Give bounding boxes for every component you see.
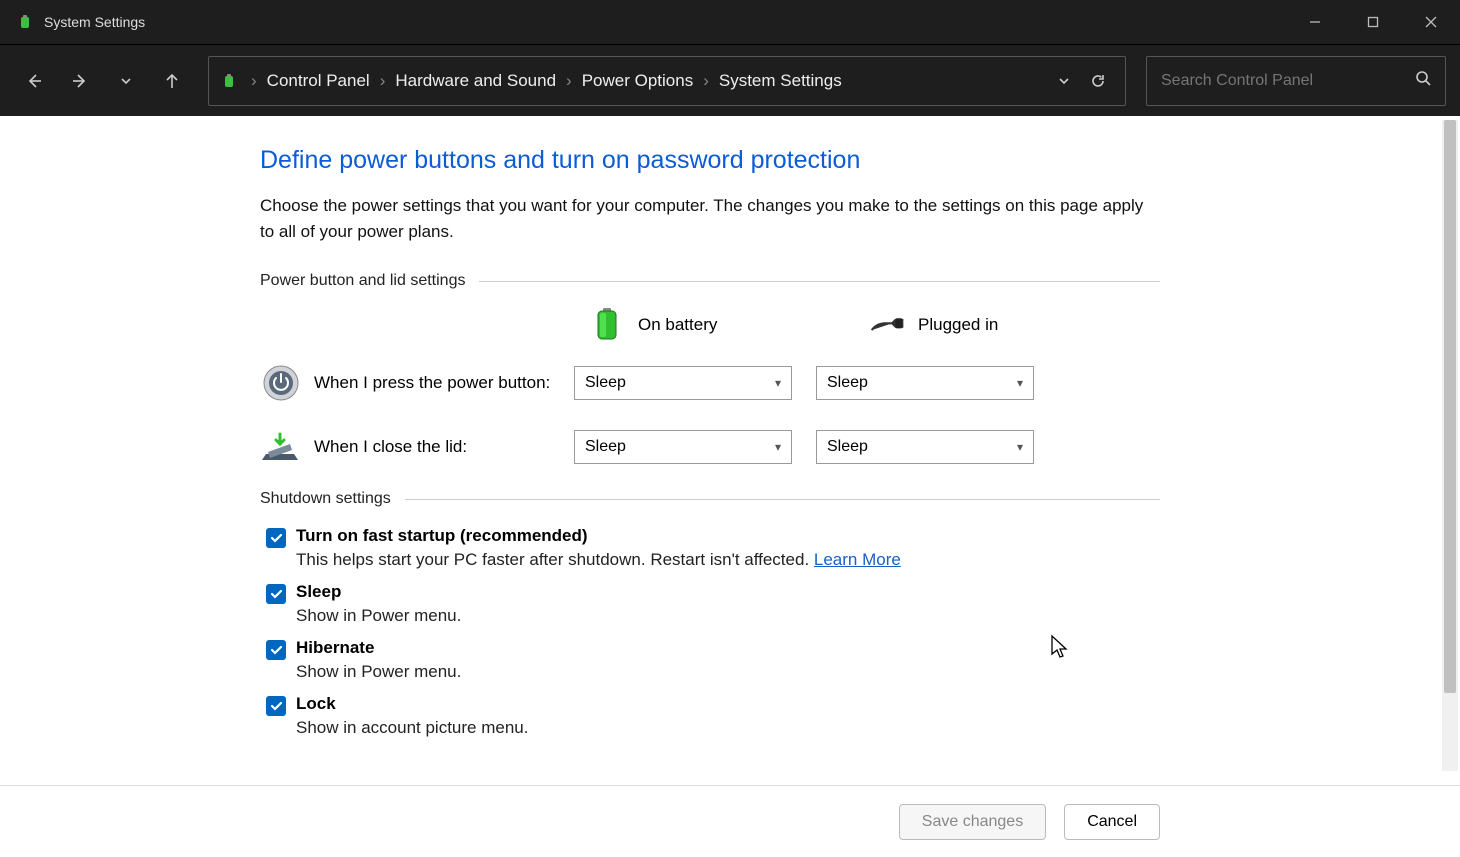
breadcrumb-item[interactable]: System Settings [715, 71, 846, 91]
dropdown-value: Sleep [827, 374, 868, 392]
address-bar[interactable]: › Control Panel › Hardware and Sound › P… [208, 56, 1126, 106]
battery-location-icon [219, 71, 239, 91]
minimize-button[interactable] [1286, 0, 1344, 44]
dropdown-lid-battery[interactable]: Sleep ▾ [574, 430, 792, 464]
learn-more-link[interactable]: Learn More [814, 550, 901, 569]
up-button[interactable] [152, 61, 192, 101]
col-head-battery: On battery [590, 308, 790, 342]
save-changes-button[interactable]: Save changes [899, 804, 1046, 840]
page-intro: Choose the power settings that you want … [260, 193, 1160, 244]
col-label: On battery [638, 315, 717, 335]
breadcrumb-item[interactable]: Power Options [578, 71, 698, 91]
checkbox-desc: Show in account picture menu. [296, 718, 528, 738]
recent-dropdown-button[interactable] [106, 61, 146, 101]
dropdown-value: Sleep [585, 438, 626, 456]
checkbox-row-sleep: Sleep Show in Power menu. [266, 582, 1160, 626]
col-label: Plugged in [918, 315, 998, 335]
section-title: Power button and lid settings [260, 272, 465, 290]
page-title: Define power buttons and turn on passwor… [260, 146, 1160, 175]
setting-row-power-button: When I press the power button: Sleep ▾ S… [260, 362, 1160, 404]
checkbox-title: Turn on fast startup (recommended) [296, 526, 901, 546]
chevron-right-icon: › [697, 71, 715, 91]
refresh-button[interactable] [1081, 64, 1115, 98]
back-button[interactable] [14, 61, 54, 101]
dropdown-lid-plugged[interactable]: Sleep ▾ [816, 430, 1034, 464]
title-bar: System Settings [0, 0, 1460, 44]
row-label: When I close the lid: [314, 437, 574, 457]
search-box[interactable] [1146, 56, 1446, 106]
column-headers: On battery Plugged in [590, 308, 1160, 342]
breadcrumb-item[interactable]: Hardware and Sound [391, 71, 560, 91]
content-area: Define power buttons and turn on passwor… [0, 116, 1460, 857]
section-title: Shutdown settings [260, 490, 391, 508]
chevron-right-icon: › [560, 71, 578, 91]
chevron-right-icon: › [374, 71, 392, 91]
col-head-plugged: Plugged in [870, 308, 1070, 342]
footer-bar: Save changes Cancel [0, 785, 1460, 857]
breadcrumb-item[interactable]: Control Panel [263, 71, 374, 91]
checkbox-title: Hibernate [296, 638, 461, 658]
maximize-button[interactable] [1344, 0, 1402, 44]
checkbox-sleep[interactable] [266, 584, 286, 604]
cancel-button[interactable]: Cancel [1064, 804, 1160, 840]
section-header-power-button: Power button and lid settings [260, 272, 1160, 290]
chevron-down-icon: ▾ [775, 376, 781, 390]
address-history-button[interactable] [1047, 64, 1081, 98]
dropdown-value: Sleep [827, 438, 868, 456]
search-icon [1415, 70, 1431, 91]
chevron-right-icon: › [245, 71, 263, 91]
close-button[interactable] [1402, 0, 1460, 44]
search-input[interactable] [1161, 72, 1415, 90]
dropdown-power-battery[interactable]: Sleep ▾ [574, 366, 792, 400]
checkbox-lock[interactable] [266, 696, 286, 716]
dropdown-value: Sleep [585, 374, 626, 392]
checkbox-hibernate[interactable] [266, 640, 286, 660]
chevron-down-icon: ▾ [1017, 440, 1023, 454]
dropdown-power-plugged[interactable]: Sleep ▾ [816, 366, 1034, 400]
chevron-down-icon: ▾ [1017, 376, 1023, 390]
nav-bar: › Control Panel › Hardware and Sound › P… [0, 44, 1460, 116]
checkbox-fast-startup[interactable] [266, 528, 286, 548]
checkbox-desc: Show in Power menu. [296, 606, 461, 626]
checkbox-title: Lock [296, 694, 528, 714]
laptop-lid-icon [260, 426, 302, 468]
row-label: When I press the power button: [314, 373, 574, 393]
checkbox-desc: This helps start your PC faster after sh… [296, 550, 901, 570]
checkbox-row-fast-startup: Turn on fast startup (recommended) This … [266, 526, 1160, 570]
checkbox-desc: Show in Power menu. [296, 662, 461, 682]
window-title: System Settings [44, 14, 145, 30]
checkbox-title: Sleep [296, 582, 461, 602]
forward-button[interactable] [60, 61, 100, 101]
plug-icon [870, 308, 904, 342]
setting-row-close-lid: When I close the lid: Sleep ▾ Sleep ▾ [260, 426, 1160, 468]
checkbox-row-hibernate: Hibernate Show in Power menu. [266, 638, 1160, 682]
power-icon [260, 362, 302, 404]
chevron-down-icon: ▾ [775, 440, 781, 454]
battery-app-icon [16, 13, 34, 31]
vertical-scrollbar[interactable] [1442, 120, 1458, 771]
section-header-shutdown: Shutdown settings [260, 490, 1160, 508]
checkbox-row-lock: Lock Show in account picture menu. [266, 694, 1160, 738]
battery-icon [590, 308, 624, 342]
scrollbar-thumb[interactable] [1444, 120, 1456, 693]
